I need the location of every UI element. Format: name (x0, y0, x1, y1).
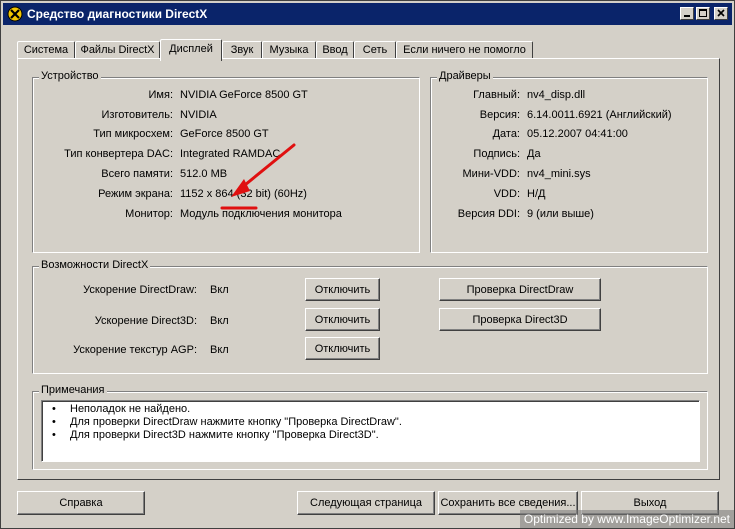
window-title: Средство диагностики DirectX (27, 7, 208, 21)
tab-system[interactable]: Система (17, 41, 75, 59)
tab-network[interactable]: Сеть (354, 41, 396, 59)
minimize-button[interactable] (680, 7, 694, 20)
title-bar[interactable]: Средство диагностики DirectX (3, 3, 732, 25)
maximize-icon (699, 9, 707, 17)
tab-music[interactable]: Музыка (262, 41, 316, 59)
tab-sound[interactable]: Звук (222, 41, 262, 59)
maximize-button[interactable] (696, 7, 710, 20)
dxdiag-app-icon (7, 6, 23, 22)
display-tab-panel: Устройство Имя: NVIDIA GeForce 8500 GT И… (17, 58, 720, 480)
tab-troubleshoot[interactable]: Если ничего не помогло (396, 41, 533, 59)
help-button[interactable]: Справка (17, 491, 145, 515)
tab-display[interactable]: Дисплей (160, 39, 222, 61)
red-annotation-overlay (220, 143, 296, 210)
tab-directx-files[interactable]: Файлы DirectX (75, 41, 160, 59)
close-icon (717, 9, 725, 17)
minimize-icon (684, 15, 690, 17)
close-button[interactable] (714, 7, 728, 20)
dxdiag-window: Средство диагностики DirectX Система Фай… (0, 0, 735, 529)
tab-input[interactable]: Ввод (316, 41, 354, 59)
watermark-text: Optimized by www.ImageOptimizer.net (519, 510, 734, 528)
next-page-button[interactable]: Следующая страница (297, 491, 435, 515)
red-arrow-annotation (238, 143, 296, 191)
